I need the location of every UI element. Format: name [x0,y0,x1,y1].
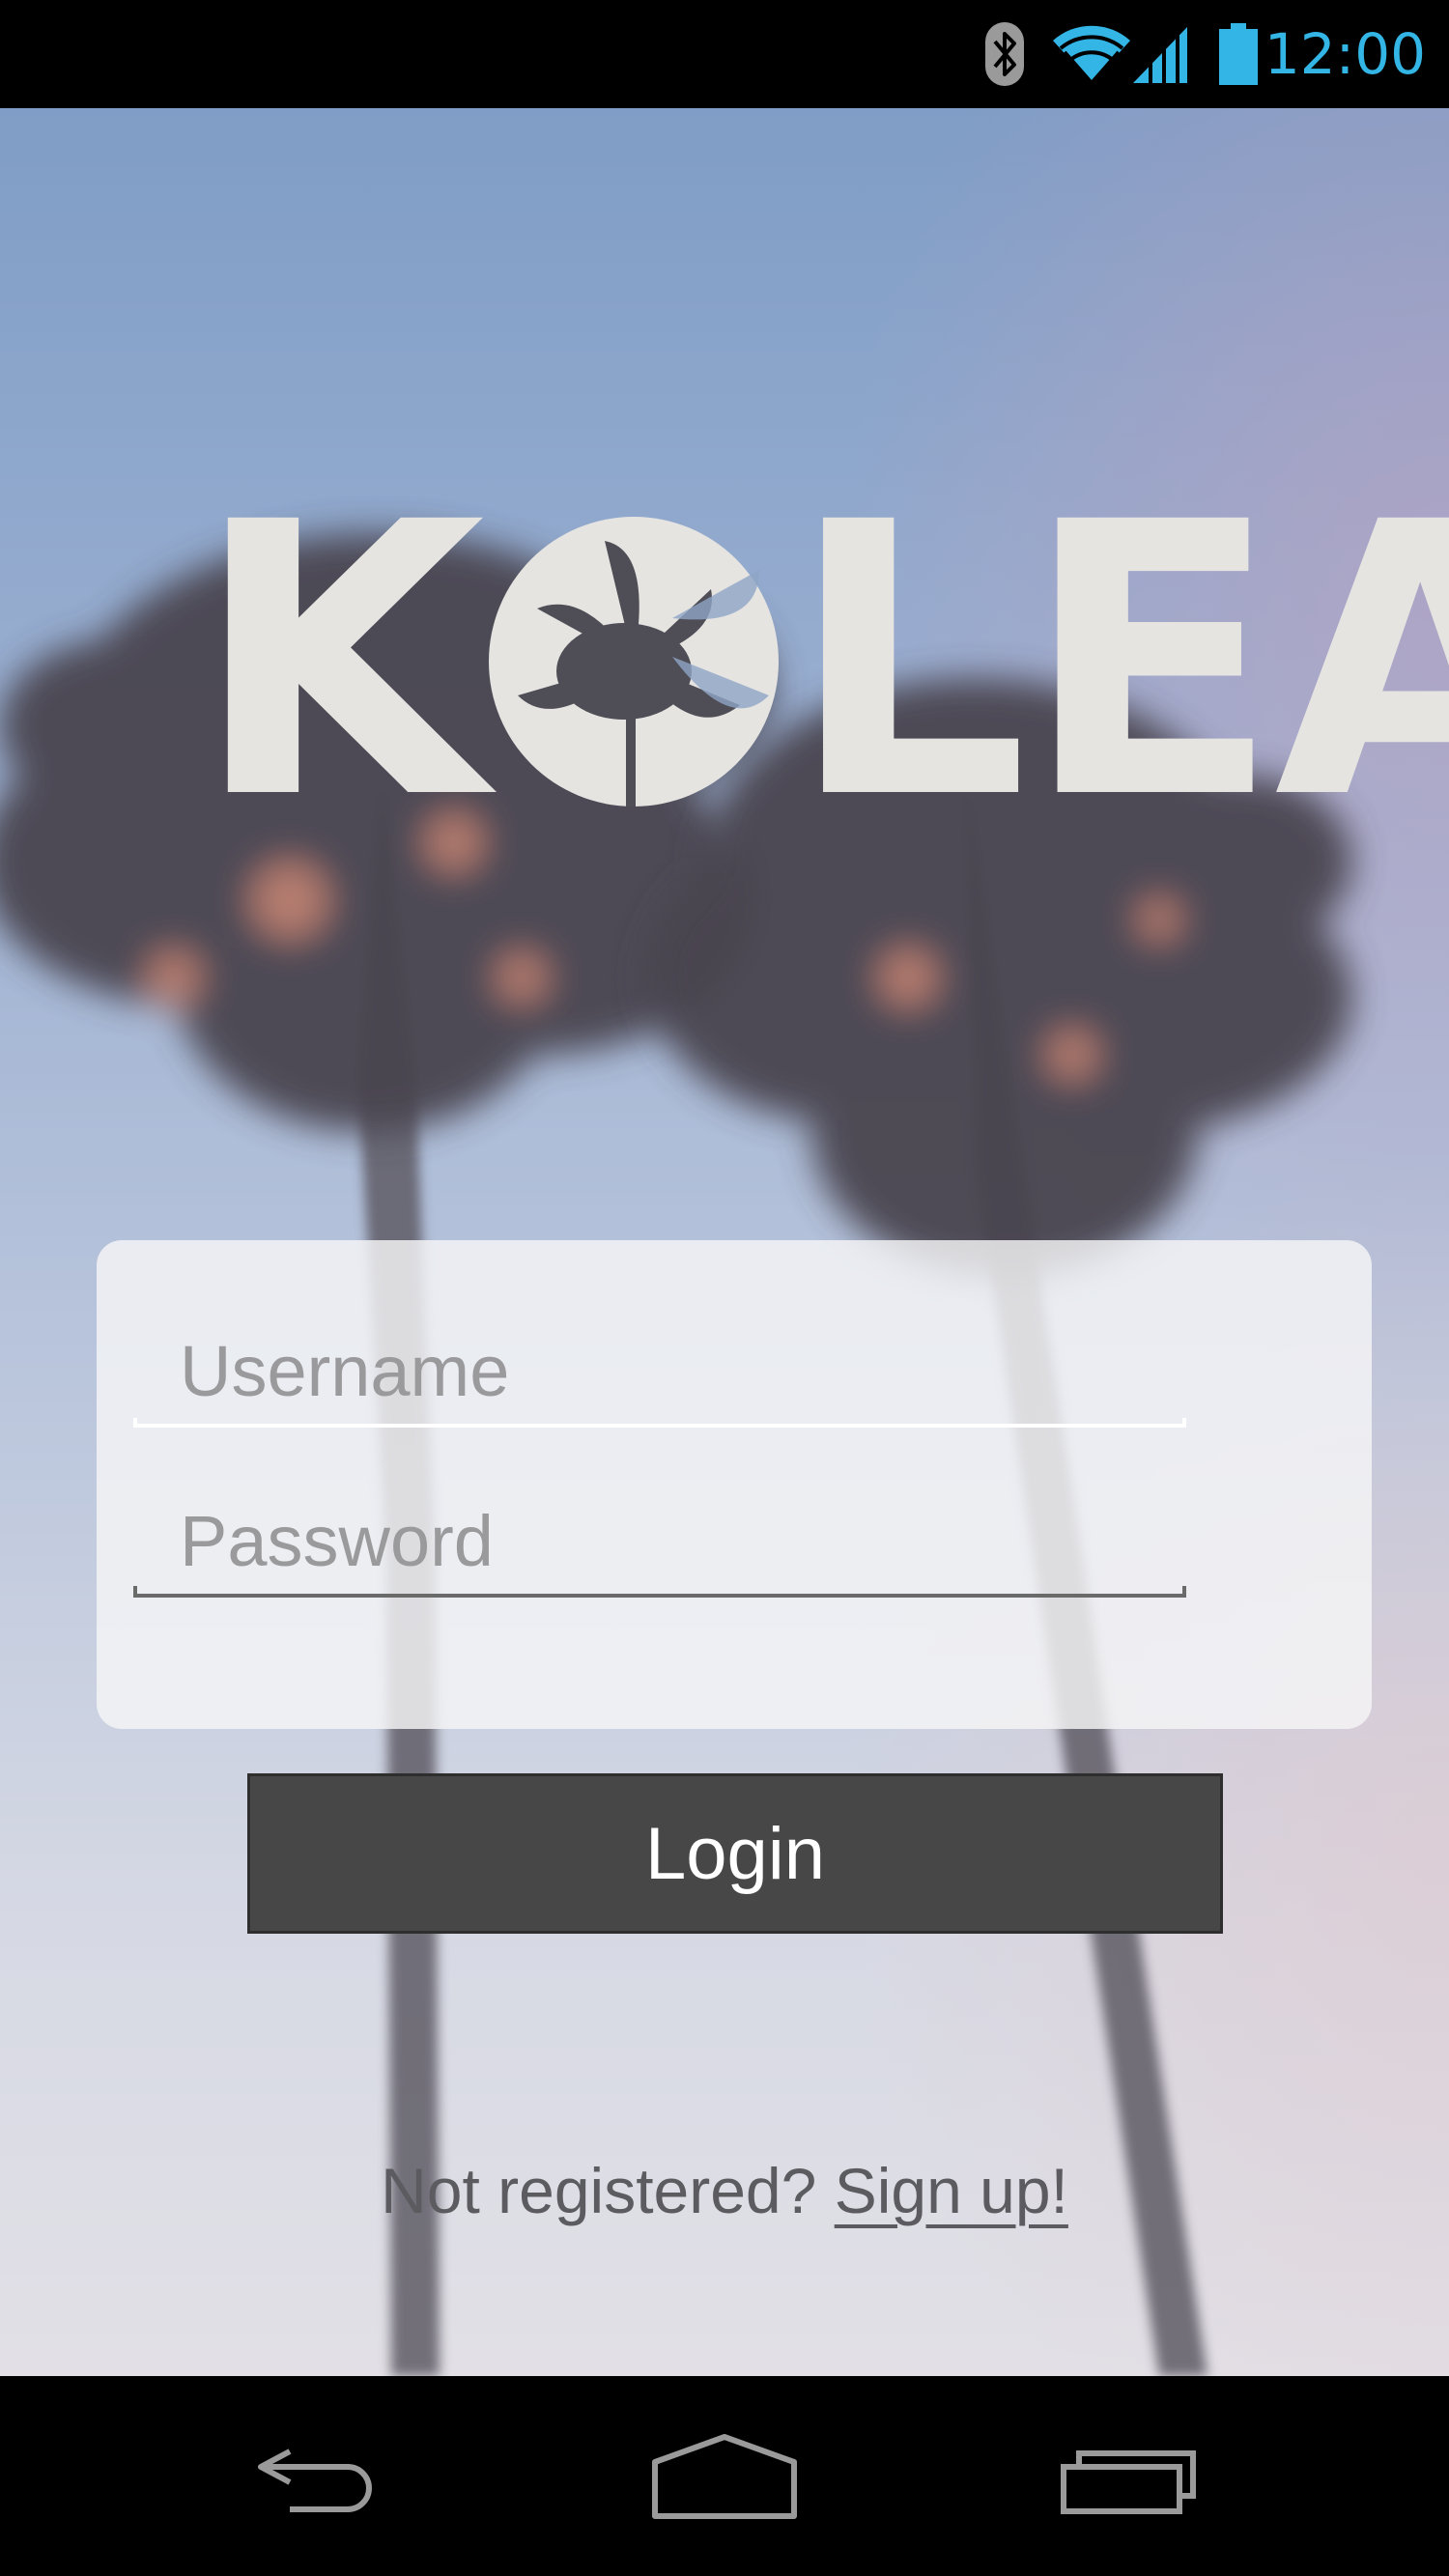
password-input[interactable] [133,1487,1186,1594]
recents-icon [1061,2449,1196,2514]
bluetooth-icon [976,0,1034,108]
recents-button[interactable] [1014,2376,1246,2576]
status-bar: 12:00 [0,0,1449,108]
back-button[interactable] [203,2376,435,2576]
login-button[interactable]: Login [247,1773,1223,1934]
username-underline [133,1424,1186,1428]
username-field [133,1317,1186,1433]
logo-letter-a: A [1274,442,1449,881]
status-clock: 12:00 [1264,21,1426,87]
username-input[interactable] [133,1317,1186,1424]
wifi-icon [1051,0,1132,108]
password-field [133,1487,1186,1603]
logo-letter-l: L [788,442,1029,881]
app-logo: K L E A [193,442,1449,881]
signup-prompt: Not registered? Sign up! [0,2154,1449,2227]
home-icon [652,2433,797,2519]
navigation-bar [0,2376,1449,2576]
login-screen: 12:00 K L E A Username Login Not registe… [0,0,1449,2576]
home-button[interactable] [609,2376,840,2576]
logo-letter-o [479,502,788,821]
logo-letter-e: E [1022,442,1280,881]
back-icon [258,2448,372,2512]
battery-icon [1209,0,1267,108]
signup-link[interactable]: Sign up! [835,2155,1068,2226]
cell-signal-icon [1126,0,1194,108]
signup-prompt-text: Not registered? [381,2155,835,2226]
logo-letter-k: K [193,442,485,881]
password-underline [133,1594,1186,1598]
login-card [97,1240,1372,1729]
login-button-label: Login [645,1812,825,1895]
